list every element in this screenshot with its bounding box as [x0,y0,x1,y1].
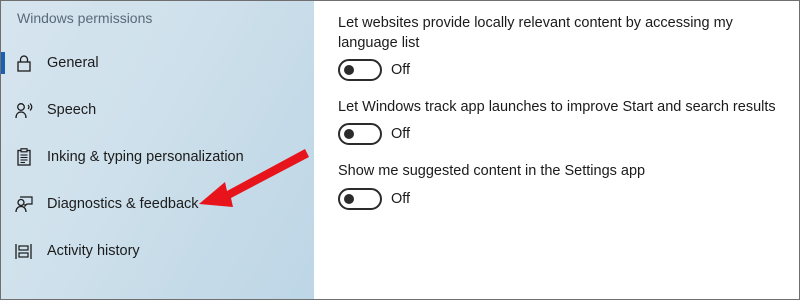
language-list-toggle[interactable] [338,59,382,81]
suggested-content-toggle[interactable] [338,188,382,210]
toggle-state-label: Off [391,126,411,142]
settings-content: Let websites provide locally relevant co… [314,1,799,299]
setting-app-launch-tracking-text: Let Windows track app launches to improv… [338,99,776,115]
selected-indicator [1,52,5,74]
settings-window: Windows permissions General Speech Inkin… [0,0,800,300]
speech-icon [15,101,33,119]
app-launch-tracking-toggle[interactable] [338,123,382,145]
sidebar-item-general[interactable]: General [1,43,314,83]
toggle-knob [344,129,354,139]
sidebar-item-label: General [47,55,99,71]
toggle-knob [344,194,354,204]
activity-history-icon [15,242,33,260]
feedback-icon [15,195,33,213]
setting-language-list-text: Let websites provide locally relevant co… [338,15,733,51]
sidebar-item-label: Speech [47,102,97,118]
lock-icon [15,54,33,72]
toggle-state-label: Off [391,191,411,207]
annotation-arrow [199,149,309,207]
toggle-knob [344,65,354,75]
setting-suggested-content-text: Show me suggested content in the Setting… [338,163,646,179]
clipboard-icon [15,148,33,166]
sidebar-header: Windows permissions [17,10,153,26]
sidebar-item-label: Diagnostics & feedback [47,196,199,212]
toggle-state-label: Off [391,62,411,78]
sidebar-item-speech[interactable]: Speech [1,90,314,130]
sidebar-item-label: Activity history [47,243,140,259]
sidebar-item-activity-history[interactable]: Activity history [1,231,314,271]
